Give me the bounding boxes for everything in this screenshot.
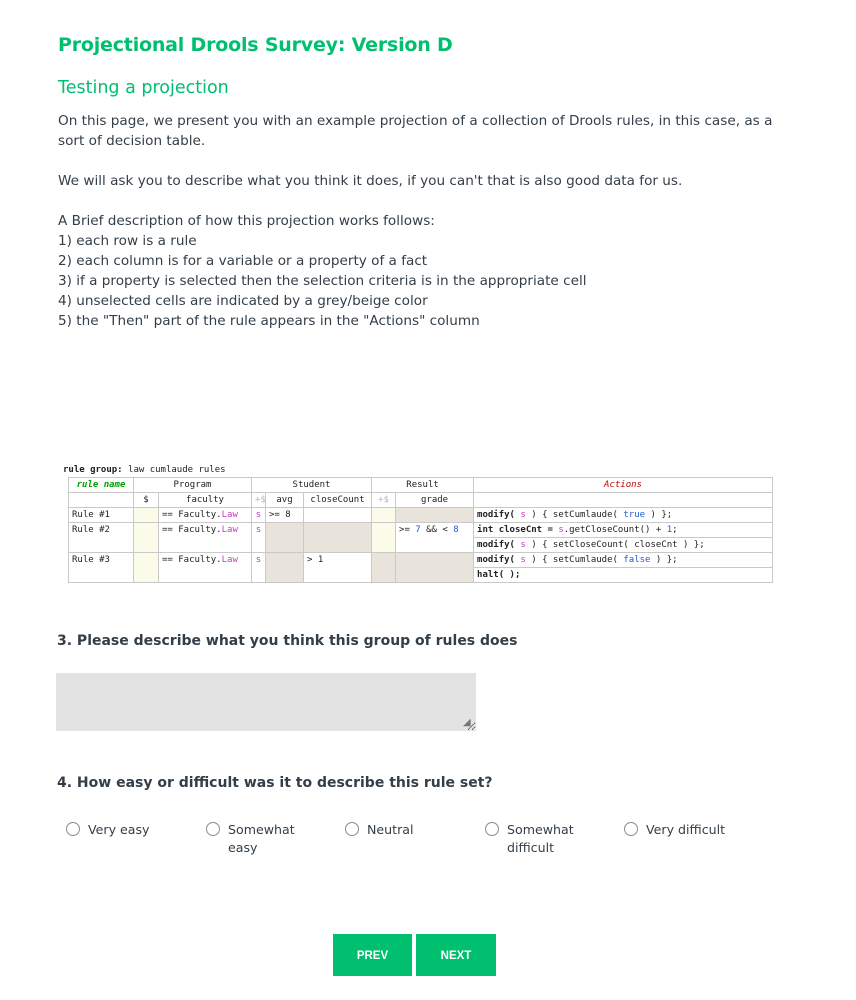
rule-name-cell: Rule #2 bbox=[68, 522, 134, 553]
subheader-faculty: faculty bbox=[158, 492, 252, 508]
rule-group-name: law cumlaude rules bbox=[128, 465, 226, 475]
radio-label: Very easy bbox=[88, 822, 150, 837]
subheader-avg: avg bbox=[265, 492, 304, 508]
radio-circle-icon[interactable] bbox=[485, 822, 499, 836]
radio-somewhat-difficult[interactable]: Somewhat difficult bbox=[485, 821, 585, 857]
radio-somewhat-easy[interactable]: Somewhat easy bbox=[206, 821, 306, 857]
actions-cell: modify( s ) { setCumlaude( true ) }; bbox=[473, 507, 773, 523]
subheader-plus-dollar: +$ bbox=[371, 492, 397, 508]
radio-very-easy[interactable]: Very easy bbox=[66, 821, 191, 839]
resize-handle-icon[interactable]: ◢ bbox=[463, 718, 473, 728]
close-count-cell: > 1 bbox=[302, 552, 373, 583]
subheader-plus-dollar: +$ bbox=[251, 492, 266, 508]
rule-group-line: rule group: law cumlaude rules bbox=[63, 463, 773, 477]
table-row: Rule #3 == Faculty.Law s > 1 modify( s )… bbox=[68, 552, 773, 583]
subheader-close-count: closeCount bbox=[302, 492, 373, 508]
s-cell: s bbox=[251, 507, 266, 523]
header-program: Program bbox=[133, 477, 252, 493]
radio-label: Somewhat difficult bbox=[507, 822, 574, 855]
projection-image: rule group: law cumlaude rules rule name… bbox=[63, 463, 773, 583]
actions-cell: halt( ); bbox=[473, 567, 773, 583]
radio-circle-icon[interactable] bbox=[345, 822, 359, 836]
faculty-cell: == Faculty.Law bbox=[158, 507, 252, 523]
grade-cell: >= 7 && < 8 bbox=[395, 522, 475, 553]
rule-group-label: rule group: bbox=[63, 465, 123, 475]
question-3-textarea[interactable] bbox=[56, 673, 476, 731]
next-button[interactable]: NEXT bbox=[416, 934, 496, 976]
header-rule-name: rule name bbox=[68, 477, 134, 493]
actions-cell: modify( s ) { setCloseCount( closeCnt ) … bbox=[473, 537, 773, 553]
radio-circle-icon[interactable] bbox=[206, 822, 220, 836]
intro-paragraph-2: We will ask you to describe what you thi… bbox=[58, 173, 683, 189]
actions-cell: modify( s ) { setCumlaude( false ) }; bbox=[473, 552, 773, 568]
intro-list-item: 1) each row is a rule bbox=[58, 233, 197, 249]
subheader-grade: grade bbox=[395, 492, 475, 508]
header-student: Student bbox=[250, 477, 373, 493]
intro-list-item: 2) each column is for a variable or a pr… bbox=[58, 253, 428, 269]
intro-list-item: 5) the "Then" part of the rule appears i… bbox=[58, 313, 480, 329]
header-result: Result bbox=[371, 477, 475, 493]
radio-neutral[interactable]: Neutral bbox=[345, 821, 470, 839]
decision-table: rule name Program Student Result Actions… bbox=[68, 477, 773, 583]
intro-list-item: 4) unselected cells are indicated by a g… bbox=[58, 293, 428, 309]
rule-name-cell: Rule #1 bbox=[68, 507, 134, 523]
table-row: Rule #2 == Faculty.Law s >= 7 && < 8 int… bbox=[68, 522, 773, 553]
radio-label: Somewhat easy bbox=[228, 822, 295, 855]
intro-text: On this page, we present you with an exa… bbox=[58, 111, 798, 331]
radio-very-difficult[interactable]: Very difficult bbox=[624, 821, 764, 839]
page-subtitle: Testing a projection bbox=[58, 78, 229, 98]
prev-button[interactable]: PREV bbox=[333, 934, 412, 976]
radio-label: Neutral bbox=[367, 822, 414, 837]
table-row: Rule #1 == Faculty.Law s >= 8 modify( s … bbox=[68, 507, 773, 523]
s-cell: s bbox=[251, 552, 266, 583]
survey-title: Projectional Drools Survey: Version D bbox=[58, 34, 453, 56]
intro-list-item: 3) if a property is selected then the se… bbox=[58, 273, 587, 289]
s-cell: s bbox=[251, 522, 266, 553]
subheader-dollar: $ bbox=[133, 492, 159, 508]
faculty-cell: == Faculty.Law bbox=[158, 552, 252, 583]
close-count-cell bbox=[302, 507, 373, 523]
actions-cell: int closeCnt = s.getCloseCount() + 1; bbox=[473, 522, 773, 538]
faculty-cell: == Faculty.Law bbox=[158, 522, 252, 553]
header-actions: Actions bbox=[473, 477, 773, 493]
radio-circle-icon[interactable] bbox=[624, 822, 638, 836]
radio-label: Very difficult bbox=[646, 822, 726, 837]
radio-circle-icon[interactable] bbox=[66, 822, 80, 836]
intro-list-heading: A Brief description of how this projecti… bbox=[58, 213, 435, 229]
question-3-label: 3. Please describe what you think this g… bbox=[57, 633, 518, 649]
intro-paragraph-1: On this page, we present you with an exa… bbox=[58, 113, 773, 149]
rule-name-cell: Rule #3 bbox=[68, 552, 134, 583]
avg-cell: >= 8 bbox=[265, 507, 304, 523]
question-4-label: 4. How easy or difficult was it to descr… bbox=[57, 775, 493, 791]
